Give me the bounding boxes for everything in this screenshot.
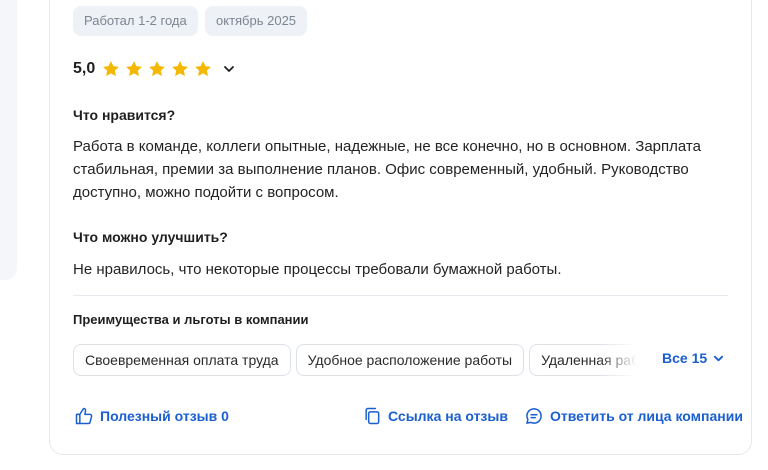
rating-row[interactable]: 5,0 <box>73 57 235 81</box>
benefits-show-all-label: Все 15 <box>662 350 708 366</box>
benefit-chip[interactable]: Удобное расположение работы <box>295 344 525 376</box>
likes-title: Что нравится? <box>73 107 176 123</box>
chevron-down-icon[interactable] <box>223 63 235 75</box>
left-sidebar-panel <box>0 0 17 280</box>
star-icon <box>126 61 143 77</box>
review-link-button[interactable]: Ссылка на отзыв <box>362 405 508 427</box>
helpful-review-label: Полезный отзыв 0 <box>100 408 229 424</box>
divider <box>73 295 728 296</box>
benefit-chip[interactable]: Своевременная оплата труда <box>73 344 291 376</box>
benefits-list: Своевременная оплата труда Удобное распол… <box>73 344 643 376</box>
reply-as-company-button[interactable]: Ответить от лица компании <box>524 405 743 427</box>
tag-review-date: октябрь 2025 <box>205 6 308 36</box>
tag-work-duration: Работал 1-2 года <box>73 6 198 36</box>
likes-text: Работа в команде, коллеги опытные, надеж… <box>73 138 701 201</box>
chevron-down-icon <box>714 355 724 361</box>
helpful-review-button[interactable]: Полезный отзыв 0 <box>74 405 229 427</box>
star-icon <box>172 61 189 77</box>
copy-link-icon <box>365 407 380 425</box>
improve-text: Не нравилось, что некоторые процессы тре… <box>73 261 562 278</box>
rating-value: 5,0 <box>73 60 96 77</box>
reply-as-company-label: Ответить от лица компании <box>550 408 743 424</box>
improve-title: Что можно улучшить? <box>73 229 228 245</box>
benefits-fade <box>598 344 644 376</box>
benefits-title: Преимущества и льготы в компании <box>73 312 309 327</box>
star-icon <box>149 61 166 77</box>
rating-stars <box>101 59 213 79</box>
benefits-show-all-button[interactable]: Все 15 <box>662 350 724 366</box>
review-link-label: Ссылка на отзыв <box>388 408 508 424</box>
comment-icon <box>526 408 542 424</box>
star-icon <box>103 61 120 77</box>
thumbs-up-icon <box>75 407 93 425</box>
star-icon <box>195 61 212 77</box>
